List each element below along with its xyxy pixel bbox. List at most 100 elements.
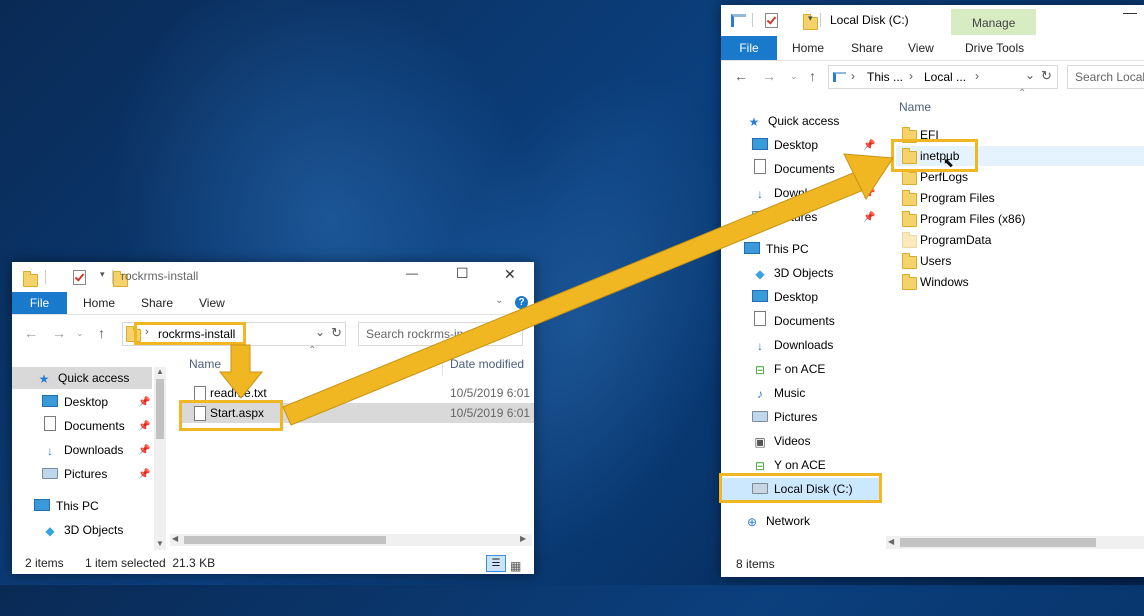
tab-home[interactable]: Home xyxy=(83,292,115,314)
scroll-left-arrow-icon[interactable]: ◀ xyxy=(172,534,178,543)
help-icon[interactable]: ? xyxy=(515,296,528,309)
sidebar-item-documents[interactable]: Documents xyxy=(42,415,125,437)
pin-icon[interactable]: 📌 xyxy=(138,421,150,432)
scroll-left-arrow-icon[interactable]: ◀ xyxy=(888,537,894,546)
sidebar-item-pictures[interactable]: Pictures xyxy=(42,463,107,485)
folder-row-program-files[interactable]: Program Files xyxy=(896,188,1144,208)
download-arrow-icon: ↓ xyxy=(47,443,53,458)
breadcrumb-chevron-icon: › xyxy=(851,69,855,83)
breadcrumb-local-disk[interactable]: Local ... xyxy=(924,70,966,84)
recent-chevron-icon[interactable]: ⌄ xyxy=(790,65,798,87)
sidebar-item-this-pc[interactable]: This PC xyxy=(744,238,809,260)
tab-share[interactable]: Share xyxy=(141,292,173,314)
sidebar-item-downloads-pc[interactable]: ↓ Downloads xyxy=(752,334,833,356)
up-arrow-icon[interactable]: ↑ xyxy=(98,322,105,344)
address-dropdown-chevron-icon[interactable]: ⌄ xyxy=(315,325,325,339)
address-dropdown-chevron-icon[interactable]: ⌄ xyxy=(1025,68,1035,82)
tab-file[interactable]: File xyxy=(721,36,777,60)
address-bar[interactable]: › This ... › Local ... › ⌄ ↻ xyxy=(828,65,1058,89)
pin-icon[interactable]: 📌 xyxy=(863,188,875,199)
breadcrumb-this-pc[interactable]: This ... xyxy=(867,70,903,84)
sidebar-item-desktop[interactable]: Desktop xyxy=(752,134,818,156)
sidebar-item-this-pc[interactable]: This PC xyxy=(34,495,99,517)
forward-arrow-icon[interactable]: → xyxy=(762,65,776,87)
tab-drive-tools[interactable]: Drive Tools xyxy=(965,36,1024,58)
sidebar-item-network[interactable]: ⊕ Network xyxy=(744,510,810,532)
scroll-down-arrow-icon[interactable]: ▼ xyxy=(156,539,164,548)
details-view-icon[interactable]: ☰ xyxy=(486,555,506,572)
search-box[interactable]: Search Local xyxy=(1067,65,1144,89)
sidebar-item-f-on-ace[interactable]: ⊟ F on ACE xyxy=(752,358,825,380)
sidebar-item-quick-access[interactable]: ★ Quick access xyxy=(746,110,840,132)
sidebar-item-pictures[interactable]: Pictures xyxy=(752,206,817,228)
sidebar-item-3d-objects[interactable]: ◆ 3D Objects xyxy=(752,262,833,284)
sidebar-item-quick-access[interactable]: ★ Quick access xyxy=(36,367,130,389)
back-arrow-icon[interactable]: ← xyxy=(24,322,38,344)
window-control-dash[interactable] xyxy=(1123,13,1137,14)
pin-icon[interactable]: 📌 xyxy=(138,397,150,408)
pin-icon[interactable]: 📌 xyxy=(863,140,875,151)
close-button[interactable]: ✕ xyxy=(504,266,516,283)
recent-chevron-icon[interactable]: ⌄ xyxy=(76,322,84,344)
sidebar-item-music[interactable]: ♪ Music xyxy=(752,382,805,404)
minimize-button[interactable]: — xyxy=(406,266,418,280)
search-input[interactable]: Search Local xyxy=(1075,70,1144,84)
tab-view[interactable]: View xyxy=(199,292,225,314)
sidebar-item-videos[interactable]: ▣ Videos xyxy=(752,430,810,452)
sidebar-item-pictures-pc[interactable]: Pictures xyxy=(752,406,817,428)
manage-contextual-tab[interactable]: Manage xyxy=(951,9,1036,35)
status-selection: 1 item selected 21.3 KB xyxy=(85,556,216,570)
pin-icon[interactable]: 📌 xyxy=(138,445,150,456)
sidebar-item-downloads[interactable]: ↓ Downloads xyxy=(42,439,123,461)
tab-view[interactable]: View xyxy=(908,36,934,58)
refresh-icon[interactable]: ↻ xyxy=(331,325,342,341)
window-title: rockrms-install xyxy=(121,269,199,283)
sidebar-scrollbar[interactable]: ▲ ▼ xyxy=(154,367,166,550)
maximize-button[interactable]: ☐ xyxy=(456,265,469,282)
scrollbar-thumb[interactable] xyxy=(156,379,164,439)
sidebar-item-desktop-pc[interactable]: Desktop xyxy=(752,286,818,308)
tab-home[interactable]: Home xyxy=(792,36,824,58)
tab-share[interactable]: Share xyxy=(851,36,883,58)
folder-row-programdata[interactable]: ProgramData xyxy=(896,230,1144,250)
sidebar-item-documents-pc[interactable]: Documents xyxy=(752,310,835,332)
horizontal-scrollbar[interactable]: ◀ ▶ xyxy=(170,534,532,546)
sidebar-label: Quick access xyxy=(768,114,840,128)
search-box[interactable]: Search rockrms-in... ⌕ xyxy=(358,322,523,346)
pin-icon[interactable]: 📌 xyxy=(138,469,150,480)
large-icons-view-icon[interactable]: ▦ xyxy=(510,555,521,574)
text-file-icon xyxy=(194,386,206,401)
sidebar-item-downloads[interactable]: ↓ Downloads xyxy=(752,182,833,204)
folder-name: Windows xyxy=(920,275,969,289)
horizontal-scrollbar[interactable]: ◀ xyxy=(886,536,1144,549)
properties-check-icon[interactable] xyxy=(73,270,87,285)
qa-customize-chevron-icon[interactable]: ▾ xyxy=(808,13,813,24)
folder-row-program-files-x86[interactable]: Program Files (x86) xyxy=(896,209,1144,229)
tab-file[interactable]: File xyxy=(12,292,67,314)
forward-arrow-icon[interactable]: → xyxy=(52,322,66,344)
column-header-name[interactable]: Name xyxy=(189,357,221,371)
sidebar-item-desktop[interactable]: Desktop xyxy=(42,391,108,413)
up-arrow-icon[interactable]: ↑ xyxy=(809,65,816,87)
title-bar: ▾ rockrms-install — ☐ ✕ xyxy=(12,262,534,291)
search-input[interactable]: Search rockrms-in... xyxy=(366,327,473,341)
folder-row-users[interactable]: Users xyxy=(896,251,1144,271)
scrollbar-thumb[interactable] xyxy=(900,538,1096,547)
computer-icon xyxy=(34,496,50,518)
search-icon[interactable]: ⌕ xyxy=(503,325,510,341)
sidebar-item-3d-objects[interactable]: ◆ 3D Objects xyxy=(42,519,123,541)
sidebar-item-documents[interactable]: Documents xyxy=(752,158,835,180)
scroll-right-arrow-icon[interactable]: ▶ xyxy=(520,534,526,543)
pin-icon[interactable]: 📌 xyxy=(863,212,875,223)
properties-check-icon[interactable] xyxy=(765,13,778,28)
ribbon-expand-chevron-icon[interactable]: ⌄ xyxy=(495,295,503,306)
column-header-date[interactable]: Date modified xyxy=(450,357,524,371)
column-header-name[interactable]: Name xyxy=(899,100,931,114)
qa-customize-chevron-icon[interactable]: ▾ xyxy=(100,269,105,280)
manage-label: Manage xyxy=(972,16,1016,30)
folder-row-windows[interactable]: Windows xyxy=(896,272,1144,292)
refresh-icon[interactable]: ↻ xyxy=(1041,68,1052,84)
scrollbar-thumb[interactable] xyxy=(184,536,386,544)
back-arrow-icon[interactable]: ← xyxy=(734,65,748,87)
scroll-up-arrow-icon[interactable]: ▲ xyxy=(156,367,164,376)
